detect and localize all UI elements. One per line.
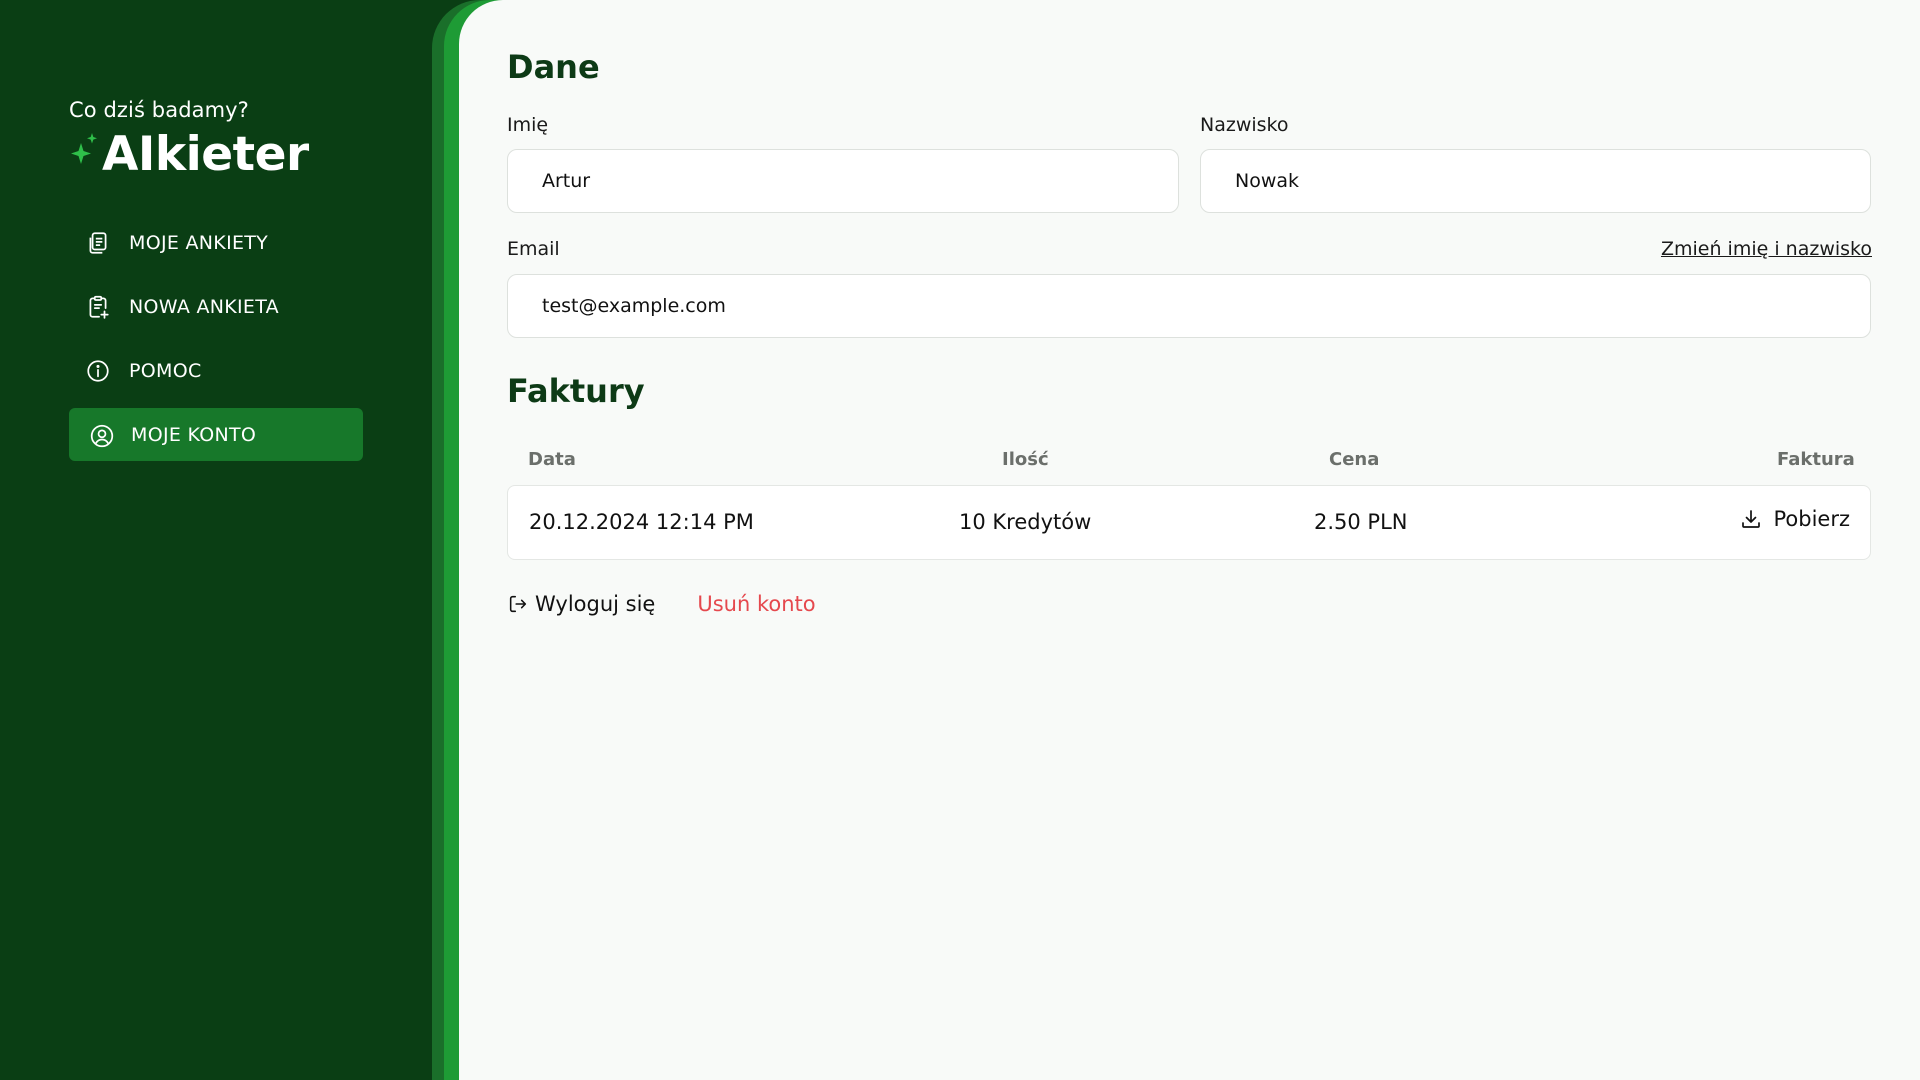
logout-label: Wyloguj się [535, 592, 656, 616]
column-header-data: Data [528, 449, 576, 470]
sidebar-item-label: MOJE KONTO [131, 423, 257, 446]
column-header-ilosc: Ilość [1002, 449, 1049, 470]
brand-name: AIkieter [102, 126, 309, 182]
sidebar-item-pomoc[interactable]: POMOC [69, 344, 363, 397]
account-actions: Wyloguj się Usuń konto [507, 592, 816, 616]
sparkle-icon [71, 133, 97, 164]
invoice-date: 20.12.2024 12:14 PM [529, 510, 754, 534]
first-name-input[interactable] [540, 169, 1178, 193]
logout-icon [509, 595, 527, 613]
download-label: Pobierz [1773, 507, 1850, 531]
email-field[interactable] [507, 274, 1871, 338]
logout-button[interactable]: Wyloguj się [507, 592, 655, 616]
sidebar-item-moje-konto[interactable]: MOJE KONTO [69, 408, 363, 461]
tagline: Co dziś badamy? [69, 98, 249, 122]
info-icon [85, 358, 111, 384]
email-input[interactable] [540, 294, 1870, 318]
email-label: Email [507, 238, 560, 260]
download-invoice-button[interactable]: Pobierz [1739, 507, 1850, 531]
brand-logo[interactable]: AIkieter [68, 124, 309, 184]
user-circle-icon [89, 422, 115, 448]
invoice-amount: 10 Kredytów [959, 510, 1092, 534]
table-row: 20.12.2024 12:14 PM 10 Kredytów 2.50 PLN… [507, 485, 1871, 560]
download-icon [1742, 510, 1761, 528]
last-name-field[interactable] [1200, 149, 1871, 213]
last-name-label: Nazwisko [1200, 114, 1289, 136]
sidebar-item-label: POMOC [129, 359, 202, 382]
first-name-label: Imię [507, 114, 549, 136]
sidebar-item-moje-ankiety[interactable]: MOJE ANKIETY [69, 216, 363, 269]
sidebar: Co dziś badamy? AIkieter MOJE ANKIETY NO… [0, 0, 432, 1080]
last-name-input[interactable] [1233, 169, 1870, 193]
invoices-section-title: Faktury [507, 372, 645, 410]
first-name-field[interactable] [507, 149, 1179, 213]
column-header-faktura: Faktura [1777, 449, 1855, 470]
sidebar-item-label: NOWA ANKIETA [129, 295, 279, 318]
clipboard-add-icon [85, 294, 111, 320]
delete-account-button[interactable]: Usuń konto [697, 592, 815, 616]
sidebar-nav: MOJE ANKIETY NOWA ANKIETA POMOC MOJE KON… [69, 216, 363, 472]
sidebar-item-label: MOJE ANKIETY [129, 231, 269, 254]
documents-icon [85, 230, 111, 256]
invoice-price: 2.50 PLN [1314, 510, 1408, 534]
column-header-cena: Cena [1329, 449, 1380, 470]
profile-section-title: Dane [507, 48, 600, 86]
sidebar-item-nowa-ankieta[interactable]: NOWA ANKIETA [69, 280, 363, 333]
change-name-link[interactable]: Zmień imię i nazwisko [1661, 238, 1872, 260]
